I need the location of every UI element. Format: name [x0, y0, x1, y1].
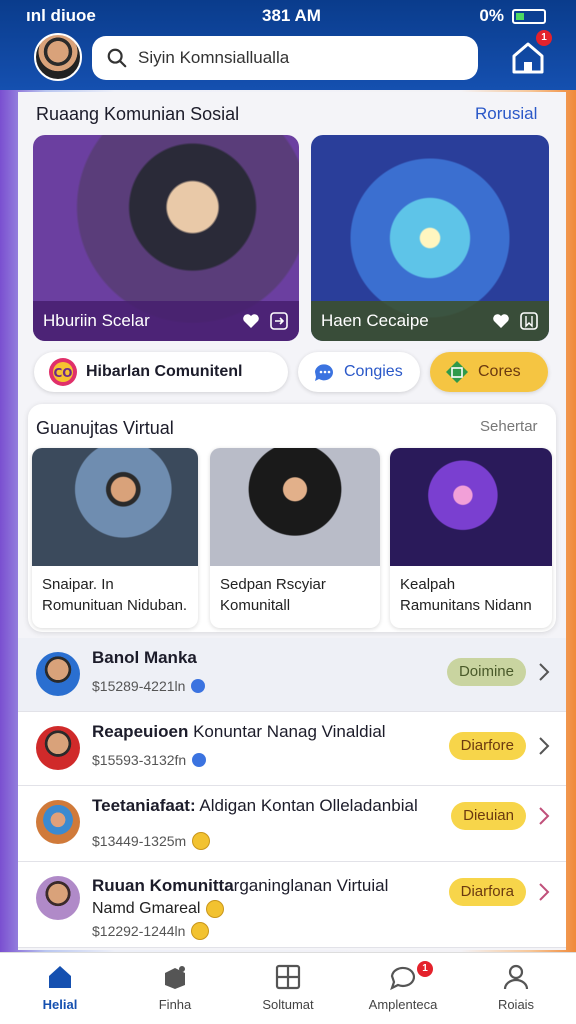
carrier-label: ınl diuoe — [26, 6, 96, 25]
chat-icon — [315, 364, 333, 381]
list-item-name: Reapeuioen Konuntar Nanag Vinaldial — [92, 722, 386, 741]
share-icon[interactable] — [269, 311, 289, 331]
pill-label: Congies — [344, 363, 403, 380]
video-title-line2: Romunituan Niduban. — [42, 597, 188, 614]
status-bar: ınl diuoe 381 AM 0% — [0, 4, 576, 28]
list-item-meta: $12292-1244ln — [92, 922, 210, 940]
pill-label: Hibarlan Comunitenl — [86, 363, 243, 380]
pill-hibarlan[interactable]: CO Hibarlan Comunitenl — [34, 352, 288, 392]
avatar — [36, 800, 80, 844]
list-item-subtitle: Namd Gmareal — [92, 900, 225, 918]
video-thumbnail — [210, 448, 380, 566]
heart-icon[interactable] — [491, 311, 511, 331]
status-badge[interactable]: Doimine — [446, 658, 526, 686]
chevron-right-icon[interactable] — [536, 734, 552, 758]
tab-label: Amplenteca — [368, 997, 438, 1012]
search-bar[interactable]: Siyin Komnsiallualla — [92, 36, 478, 80]
tab-home[interactable]: Helial — [10, 963, 110, 1012]
chat-bubble-icon — [390, 966, 415, 991]
battery-icon — [512, 8, 546, 24]
video-title-line1: Snaipar. In — [42, 576, 114, 593]
tab-label: Helial — [42, 997, 78, 1012]
video-thumbnail — [32, 448, 198, 566]
tab-roiais[interactable]: Roiais — [466, 963, 566, 1012]
store-icon — [446, 361, 468, 383]
chevron-right-icon[interactable] — [536, 804, 552, 828]
pill-cores[interactable]: Cores — [430, 352, 548, 392]
avatar — [36, 726, 80, 770]
list-item-meta: $15289-4221ln — [92, 678, 206, 694]
tab-badge: 1 — [417, 961, 433, 977]
list-item[interactable]: Ruuan Komunittarganinglanan Virtuial Nam… — [18, 862, 566, 948]
video-title-line2: Komunitall — [220, 597, 291, 614]
battery-percent: 0% — [479, 6, 504, 25]
status-badge[interactable]: Diarfore — [448, 732, 526, 760]
clock: 381 AM — [262, 6, 321, 25]
tab-label: Soltumat — [262, 997, 314, 1012]
home-icon — [49, 966, 71, 988]
video-title-line1: Sedpan Rscyiar — [220, 576, 326, 593]
video-card-1[interactable]: Snaipar. In Romunituan Niduban. — [32, 448, 198, 628]
tab-amplenteca[interactable]: Amplenteca 1 — [353, 961, 453, 1012]
status-badge[interactable]: Diarfora — [448, 878, 526, 906]
box-icon — [165, 966, 185, 989]
list-item[interactable]: Teetaniafaat: Aldigan Kontan Olleladanbi… — [18, 786, 566, 862]
tab-label: Roiais — [497, 997, 535, 1012]
bottom-tab-bar: Helial Finha Soltumat Amplenteca 1 Roiai… — [0, 952, 576, 1024]
video-title-line1: Kealpah — [400, 576, 456, 593]
user-icon — [503, 964, 529, 990]
feature-card-2[interactable]: Haen Cecaipe — [311, 135, 549, 341]
profile-avatar[interactable] — [34, 33, 82, 81]
list-item[interactable]: Reapeuioen Konuntar Nanag Vinaldial $155… — [18, 712, 566, 786]
tab-finha[interactable]: Finha — [125, 963, 225, 1012]
search-icon — [107, 48, 127, 68]
home-badge: 1 — [536, 30, 552, 46]
section-title-social: Ruaang Komunian Sosial — [36, 104, 240, 124]
smiley-icon — [191, 922, 210, 940]
video-title-line2: Ramunitans Nidann — [400, 597, 532, 614]
svg-text:CO: CO — [53, 366, 72, 380]
video-card-2[interactable]: Sedpan Rscyiar Komunitall — [210, 448, 380, 628]
chevron-right-icon[interactable] — [536, 660, 552, 684]
list-item-name: Teetaniafaat: Aldigan Kontan Olleladanbi… — [92, 796, 418, 815]
pill-label: Cores — [478, 363, 521, 380]
list-item-name: Ruuan Komunittarganinglanan Virtuial — [92, 876, 389, 895]
search-input[interactable]: Siyin Komnsiallualla — [138, 48, 289, 68]
verified-icon — [191, 679, 206, 693]
status-icons: 0% — [479, 6, 546, 26]
see-all-social-link[interactable]: Rorusial — [475, 104, 537, 124]
grid-icon — [275, 964, 301, 990]
list-item-meta: $15593-3132fn — [92, 752, 207, 768]
tab-soltumat[interactable]: Soltumat — [238, 963, 338, 1012]
section-title-virtual: Guanujtas Virtual — [36, 418, 174, 438]
list-item-meta: $13449-1325m — [92, 832, 211, 850]
feature-card-caption: Hburiin Scelar — [43, 311, 150, 330]
video-thumbnail — [390, 448, 552, 566]
avatar — [36, 876, 80, 920]
virtual-section: Guanujtas Virtual Sehertar Snaipar. In R… — [28, 404, 556, 632]
list-item-name: Banol Manka — [92, 648, 197, 667]
top-app-bar: ınl diuoe 381 AM 0% Siyin Komnsiallualla… — [0, 0, 576, 90]
heart-icon[interactable] — [241, 311, 261, 331]
home-button[interactable]: 1 — [508, 30, 552, 78]
smiley-icon — [206, 900, 225, 918]
video-card-3[interactable]: Kealpah Ramunitans Nidann — [390, 448, 552, 628]
bookmark-icon[interactable] — [519, 311, 539, 331]
smiley-icon — [192, 832, 211, 850]
feature-card-caption: Haen Cecaipe — [321, 311, 429, 330]
verified-icon — [192, 753, 207, 767]
feature-card-1[interactable]: Hburiin Scelar — [33, 135, 299, 341]
tab-label: Finha — [158, 997, 192, 1012]
pill-congies[interactable]: Congies — [298, 352, 420, 392]
list-item[interactable]: Banol Manka $15289-4221ln Doimine — [18, 638, 566, 712]
see-all-virtual-link[interactable]: Sehertar — [480, 418, 538, 435]
status-badge[interactable]: Dieuian — [451, 802, 526, 830]
chevron-right-icon[interactable] — [536, 880, 552, 904]
community-logo-icon: CO — [49, 358, 77, 386]
avatar — [36, 652, 80, 696]
